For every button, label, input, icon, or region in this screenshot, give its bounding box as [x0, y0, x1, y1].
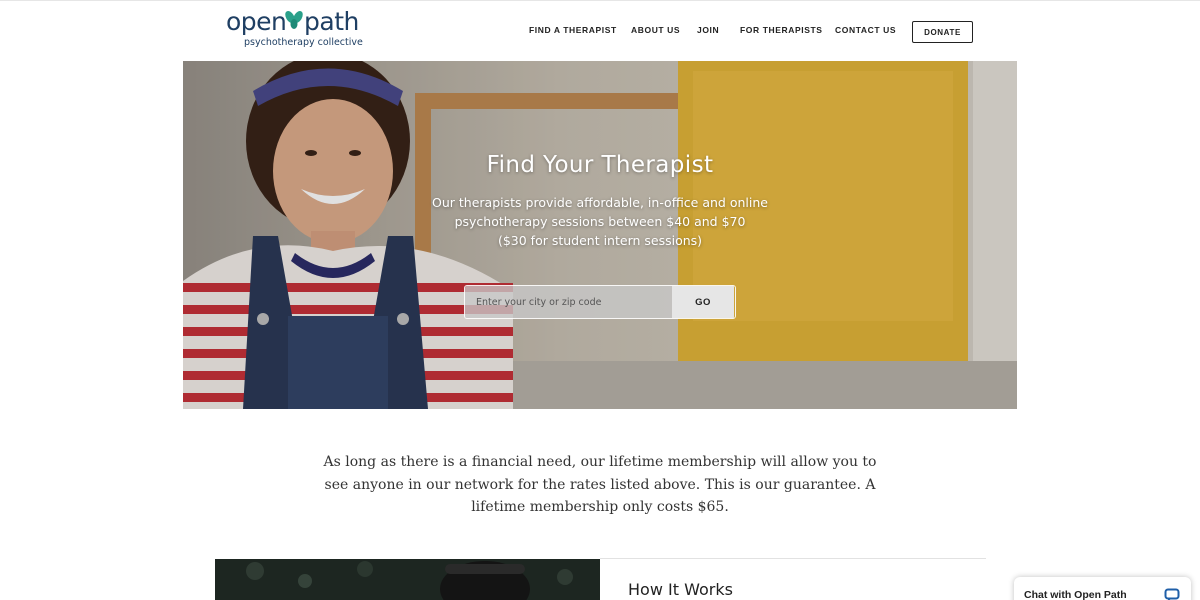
hero-subtitle-line-3: ($30 for student intern sessions)	[497, 233, 703, 248]
how-it-works-heading: How It Works	[628, 580, 733, 599]
hero-title: Find Your Therapist	[486, 152, 714, 178]
chat-widget[interactable]: Chat with Open Path	[1014, 577, 1191, 600]
hero-subtitle-line-1: Our therapists provide affordable, in-of…	[432, 195, 768, 210]
nav-find-a-therapist[interactable]: FIND A THERAPIST	[529, 25, 617, 39]
leaf-icon	[285, 11, 303, 29]
logo-word-path: path	[304, 7, 359, 36]
open-path-logo[interactable]: open path psychotherapy collective	[226, 7, 366, 51]
location-search-input[interactable]	[465, 286, 672, 318]
chat-widget-label: Chat with Open Path	[1024, 589, 1127, 600]
donate-button[interactable]: DONATE	[912, 21, 973, 43]
logo-word-open: open	[226, 7, 287, 36]
section-divider	[600, 558, 986, 559]
membership-guarantee-text: As long as there is a financial need, ou…	[323, 454, 877, 515]
location-search-form: GO	[464, 285, 736, 319]
how-it-works-photo-art	[215, 559, 600, 600]
nav-contact-us[interactable]: CONTACT US	[835, 25, 896, 39]
hero-banner: Find Your Therapist Our therapists provi…	[183, 61, 1017, 409]
nav-about-us[interactable]: ABOUT US	[631, 25, 680, 39]
site-header: open path psychotherapy collective FIND …	[0, 0, 1200, 61]
how-it-works-photo	[215, 559, 600, 600]
nav-join[interactable]: JOIN	[697, 25, 719, 39]
hero-subtitle-line-2: psychotherapy sessions between $40 and $…	[454, 214, 746, 229]
go-button[interactable]: GO	[672, 286, 734, 318]
logo-tagline: psychotherapy collective	[244, 37, 363, 48]
nav-for-therapists[interactable]: FOR THERAPISTS	[740, 25, 823, 39]
chat-bubble-icon	[1164, 588, 1180, 600]
